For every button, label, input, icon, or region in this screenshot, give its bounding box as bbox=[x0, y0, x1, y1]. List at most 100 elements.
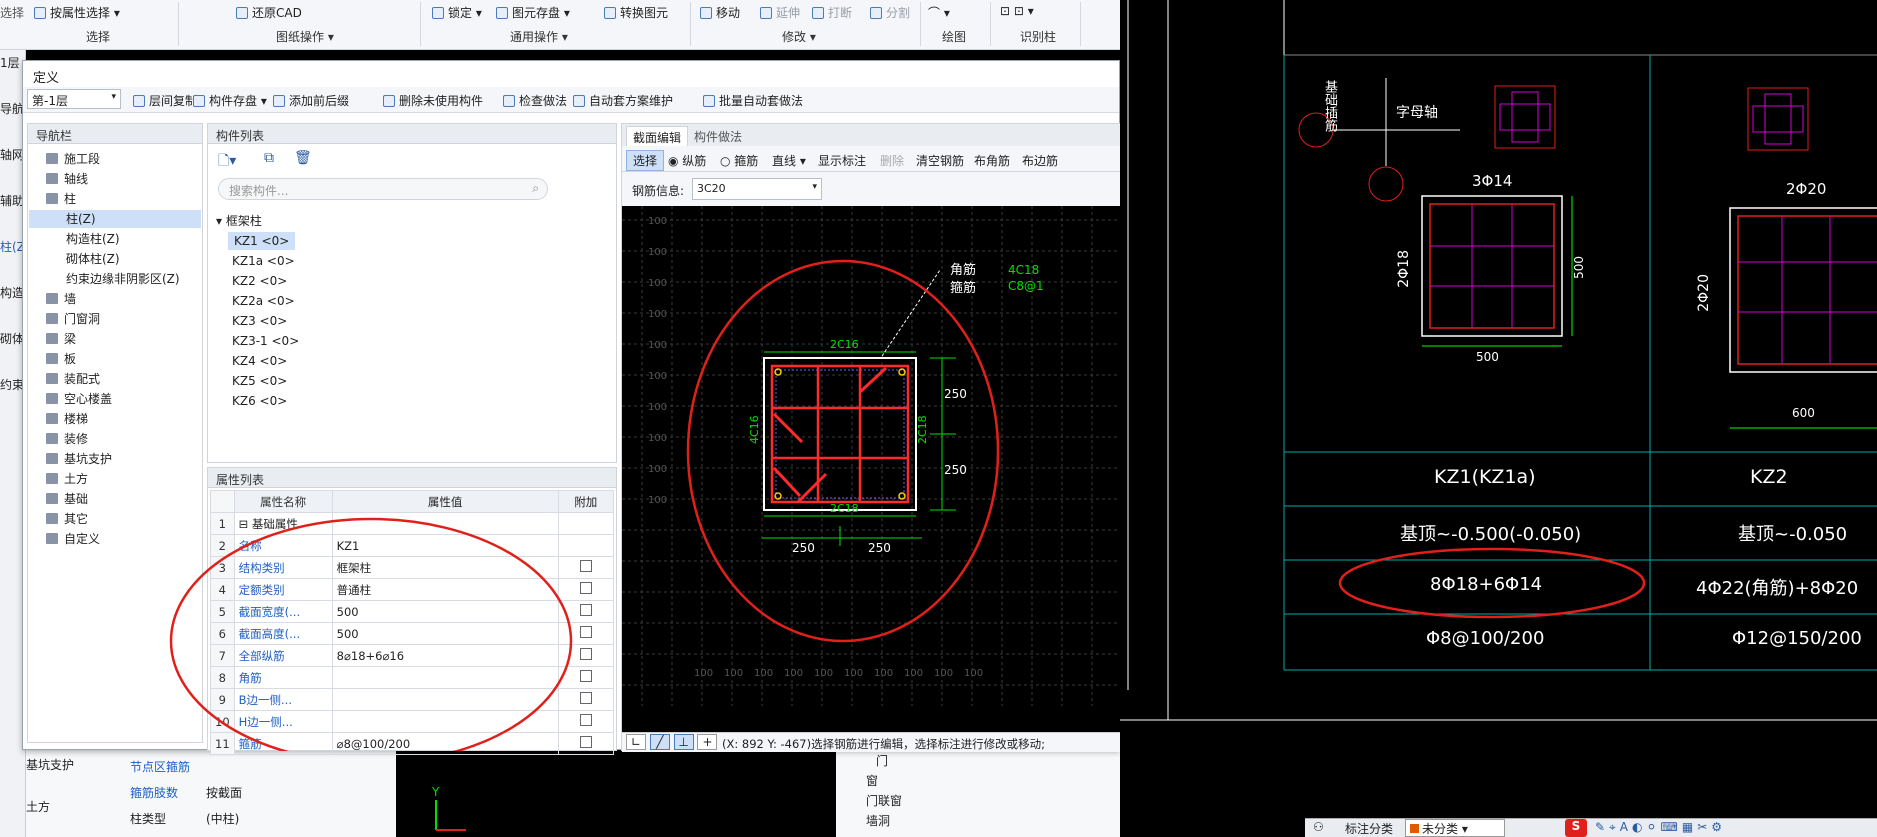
bg-right-item[interactable]: 墙洞 bbox=[866, 812, 890, 829]
property-value[interactable]: ⌀8@100/200 bbox=[331, 732, 559, 755]
property-value[interactable]: 框架柱 bbox=[331, 556, 559, 579]
select-button[interactable]: 选择 bbox=[626, 150, 665, 171]
sogou-input-icon[interactable]: S bbox=[1565, 819, 1587, 837]
bg-left-item[interactable]: 构造 bbox=[0, 284, 24, 301]
tab-component-method[interactable]: 构件做法 bbox=[694, 128, 742, 145]
property-value[interactable]: 500 bbox=[331, 622, 559, 645]
bg-left-item[interactable]: 约束 bbox=[0, 376, 24, 393]
property-row[interactable]: 8 角筋 bbox=[210, 666, 615, 689]
nav-item[interactable]: 墙 bbox=[46, 290, 76, 308]
clear-rebar-button[interactable]: 清空钢筋 bbox=[916, 152, 964, 169]
annotation-category-select[interactable]: 未分类 ▾ bbox=[1405, 819, 1505, 837]
nav-item[interactable]: 楼梯 bbox=[46, 410, 88, 428]
ribbon-item-0[interactable]: 按属性选择 ▾ bbox=[34, 4, 120, 21]
input-method-toolbar-icons[interactable]: ✎⌖A◐⚪⌨▦✂⚙ bbox=[1595, 820, 1726, 835]
nav-item[interactable]: 自定义 bbox=[46, 530, 100, 548]
dim-bottom-2[interactable]: 250 bbox=[868, 541, 891, 555]
nav-item[interactable]: 装配式 bbox=[46, 370, 100, 388]
bg-nav-pit-support[interactable]: 基坑支护 bbox=[26, 756, 74, 773]
legend-rebar-1[interactable]: 4C18 bbox=[1008, 263, 1039, 277]
dialog-toolbar-item-2[interactable]: 添加前后缀 bbox=[273, 92, 349, 109]
stirrup-hook[interactable] bbox=[772, 466, 802, 498]
component-item[interactable]: KZ1a <0> bbox=[232, 252, 295, 270]
snap-perp-icon[interactable]: ⊥ bbox=[673, 734, 694, 750]
ribbon-item-5[interactable]: 移动 bbox=[700, 4, 740, 21]
bg-nav-earthwork[interactable]: 土方 bbox=[26, 798, 50, 815]
dim-bottom-1[interactable]: 250 bbox=[792, 541, 815, 555]
draw-arc-icon[interactable]: ⌒ ▾ bbox=[928, 4, 950, 21]
add-checkbox[interactable] bbox=[579, 736, 592, 748]
add-checkbox[interactable] bbox=[579, 560, 592, 572]
nav-item[interactable]: 空心楼盖 bbox=[46, 390, 112, 408]
property-value[interactable]: 500 bbox=[331, 600, 559, 623]
property-row[interactable]: 3 结构类别 框架柱 bbox=[210, 556, 615, 579]
property-row[interactable]: 2 名称 KZ1 bbox=[210, 534, 615, 557]
property-value[interactable] bbox=[331, 710, 559, 733]
component-item[interactable]: KZ3-1 <0> bbox=[232, 332, 299, 350]
bg-left-item[interactable]: 导航 bbox=[0, 100, 24, 117]
component-item[interactable]: KZ2a <0> bbox=[232, 292, 295, 310]
add-checkbox[interactable] bbox=[579, 714, 592, 726]
column-type-value[interactable]: (中柱) bbox=[206, 810, 239, 827]
nav-item[interactable]: 其它 bbox=[46, 510, 88, 528]
component-item[interactable]: KZ1 <0> bbox=[228, 232, 296, 250]
snap-corner-icon[interactable]: ∟ bbox=[626, 734, 646, 750]
property-value[interactable]: 8⌀18+6⌀16 bbox=[331, 644, 559, 667]
nav-item[interactable]: 基础 bbox=[46, 490, 88, 508]
ribbon-item-8[interactable]: 分割 bbox=[870, 4, 910, 21]
floor-select[interactable]: 第-1层 ▾ bbox=[27, 89, 121, 109]
nav-item[interactable]: 柱 bbox=[46, 190, 76, 208]
nav-item[interactable]: 装修 bbox=[46, 430, 88, 448]
dim-right-2[interactable]: 250 bbox=[944, 463, 967, 477]
nav-item[interactable]: 柱(Z) bbox=[29, 210, 201, 228]
dialog-toolbar-item-5[interactable]: 自动套方案维护 bbox=[573, 92, 673, 109]
show-annotation-button[interactable]: 显示标注 bbox=[818, 152, 866, 169]
property-row[interactable]: 1 ⊟ 基础属性 bbox=[210, 512, 615, 535]
bg-left-item[interactable]: 辅助 bbox=[0, 192, 24, 209]
component-group-frame-column[interactable]: ▾ 框架柱 bbox=[216, 212, 262, 229]
ribbon-item-3[interactable]: 图元存盘 ▾ bbox=[496, 4, 570, 21]
ribbon-group-4[interactable]: 绘图 bbox=[942, 28, 966, 45]
component-item[interactable]: KZ3 <0> bbox=[232, 312, 287, 330]
property-row[interactable]: 10 H边一侧... bbox=[210, 710, 615, 733]
add-checkbox[interactable] bbox=[579, 582, 592, 594]
rebar-info-input[interactable]: 3C20 ▾ bbox=[692, 178, 822, 200]
property-value[interactable] bbox=[331, 688, 559, 711]
nav-item[interactable]: 构造柱(Z) bbox=[66, 230, 120, 248]
add-checkbox[interactable] bbox=[579, 670, 592, 682]
dialog-toolbar-item-1[interactable]: 构件存盘 ▾ bbox=[193, 92, 267, 109]
bg-right-item[interactable]: 门联窗 bbox=[866, 792, 902, 809]
property-value[interactable] bbox=[331, 512, 559, 535]
component-item[interactable]: KZ4 <0> bbox=[232, 352, 287, 370]
property-row[interactable]: 6 截面高度(... 500 bbox=[210, 622, 615, 645]
dim-right-1[interactable]: 250 bbox=[944, 387, 967, 401]
snap-line-icon[interactable]: ╱ bbox=[649, 734, 670, 750]
place-edge-rebar-button[interactable]: 布边筋 bbox=[1022, 152, 1058, 169]
add-checkbox[interactable] bbox=[579, 626, 592, 638]
ribbon-group-5[interactable]: 识别柱 bbox=[1020, 28, 1056, 45]
ribbon-item-4[interactable]: 转换图元 bbox=[604, 4, 668, 21]
ribbon-group-2[interactable]: 通用操作 ▾ bbox=[510, 28, 568, 45]
stirrup-radio[interactable]: ○ 箍筋 bbox=[720, 152, 758, 169]
property-row[interactable]: 4 定额类别 普通柱 bbox=[210, 578, 615, 601]
cad-drawing-area[interactable]: 基础插筋 字母轴 3Φ14 2Φ18 500 500 2Φ20 2Φ20 600… bbox=[1120, 0, 1877, 837]
nav-item[interactable]: 板 bbox=[46, 350, 76, 368]
identify-column-icon[interactable]: ⊡ ⊡ ▾ bbox=[1000, 4, 1034, 18]
ribbon-group-1[interactable]: 图纸操作 ▾ bbox=[276, 28, 334, 45]
component-item[interactable]: KZ6 <0> bbox=[232, 392, 287, 410]
bottom-rebar-label[interactable]: 2C18 bbox=[830, 502, 859, 515]
nav-item[interactable]: 土方 bbox=[46, 470, 88, 488]
bg-left-item[interactable]: 1层 bbox=[0, 54, 20, 71]
dialog-toolbar-item-6[interactable]: 批量自动套做法 bbox=[703, 92, 803, 109]
bg-right-item[interactable]: 门 bbox=[876, 752, 888, 769]
bg-right-item[interactable]: 窗 bbox=[866, 772, 878, 789]
ribbon-item-1[interactable]: 还原CAD bbox=[236, 4, 302, 21]
legend-rebar-2[interactable]: C8@1 bbox=[1008, 279, 1044, 293]
ribbon-group-0[interactable]: 选择 bbox=[86, 28, 110, 45]
new-component-icon[interactable]: 🗋▾ bbox=[218, 150, 236, 174]
snap-plus-icon[interactable]: + bbox=[697, 734, 718, 750]
section-canvas[interactable]: 100 100 100 100 100 100 100 100 100 100 100 100 100 1… bbox=[622, 206, 1120, 732]
ribbon-item-6[interactable]: 延伸 bbox=[760, 4, 800, 21]
add-checkbox[interactable] bbox=[579, 648, 592, 660]
top-rebar-label[interactable]: 2C16 bbox=[830, 338, 859, 351]
